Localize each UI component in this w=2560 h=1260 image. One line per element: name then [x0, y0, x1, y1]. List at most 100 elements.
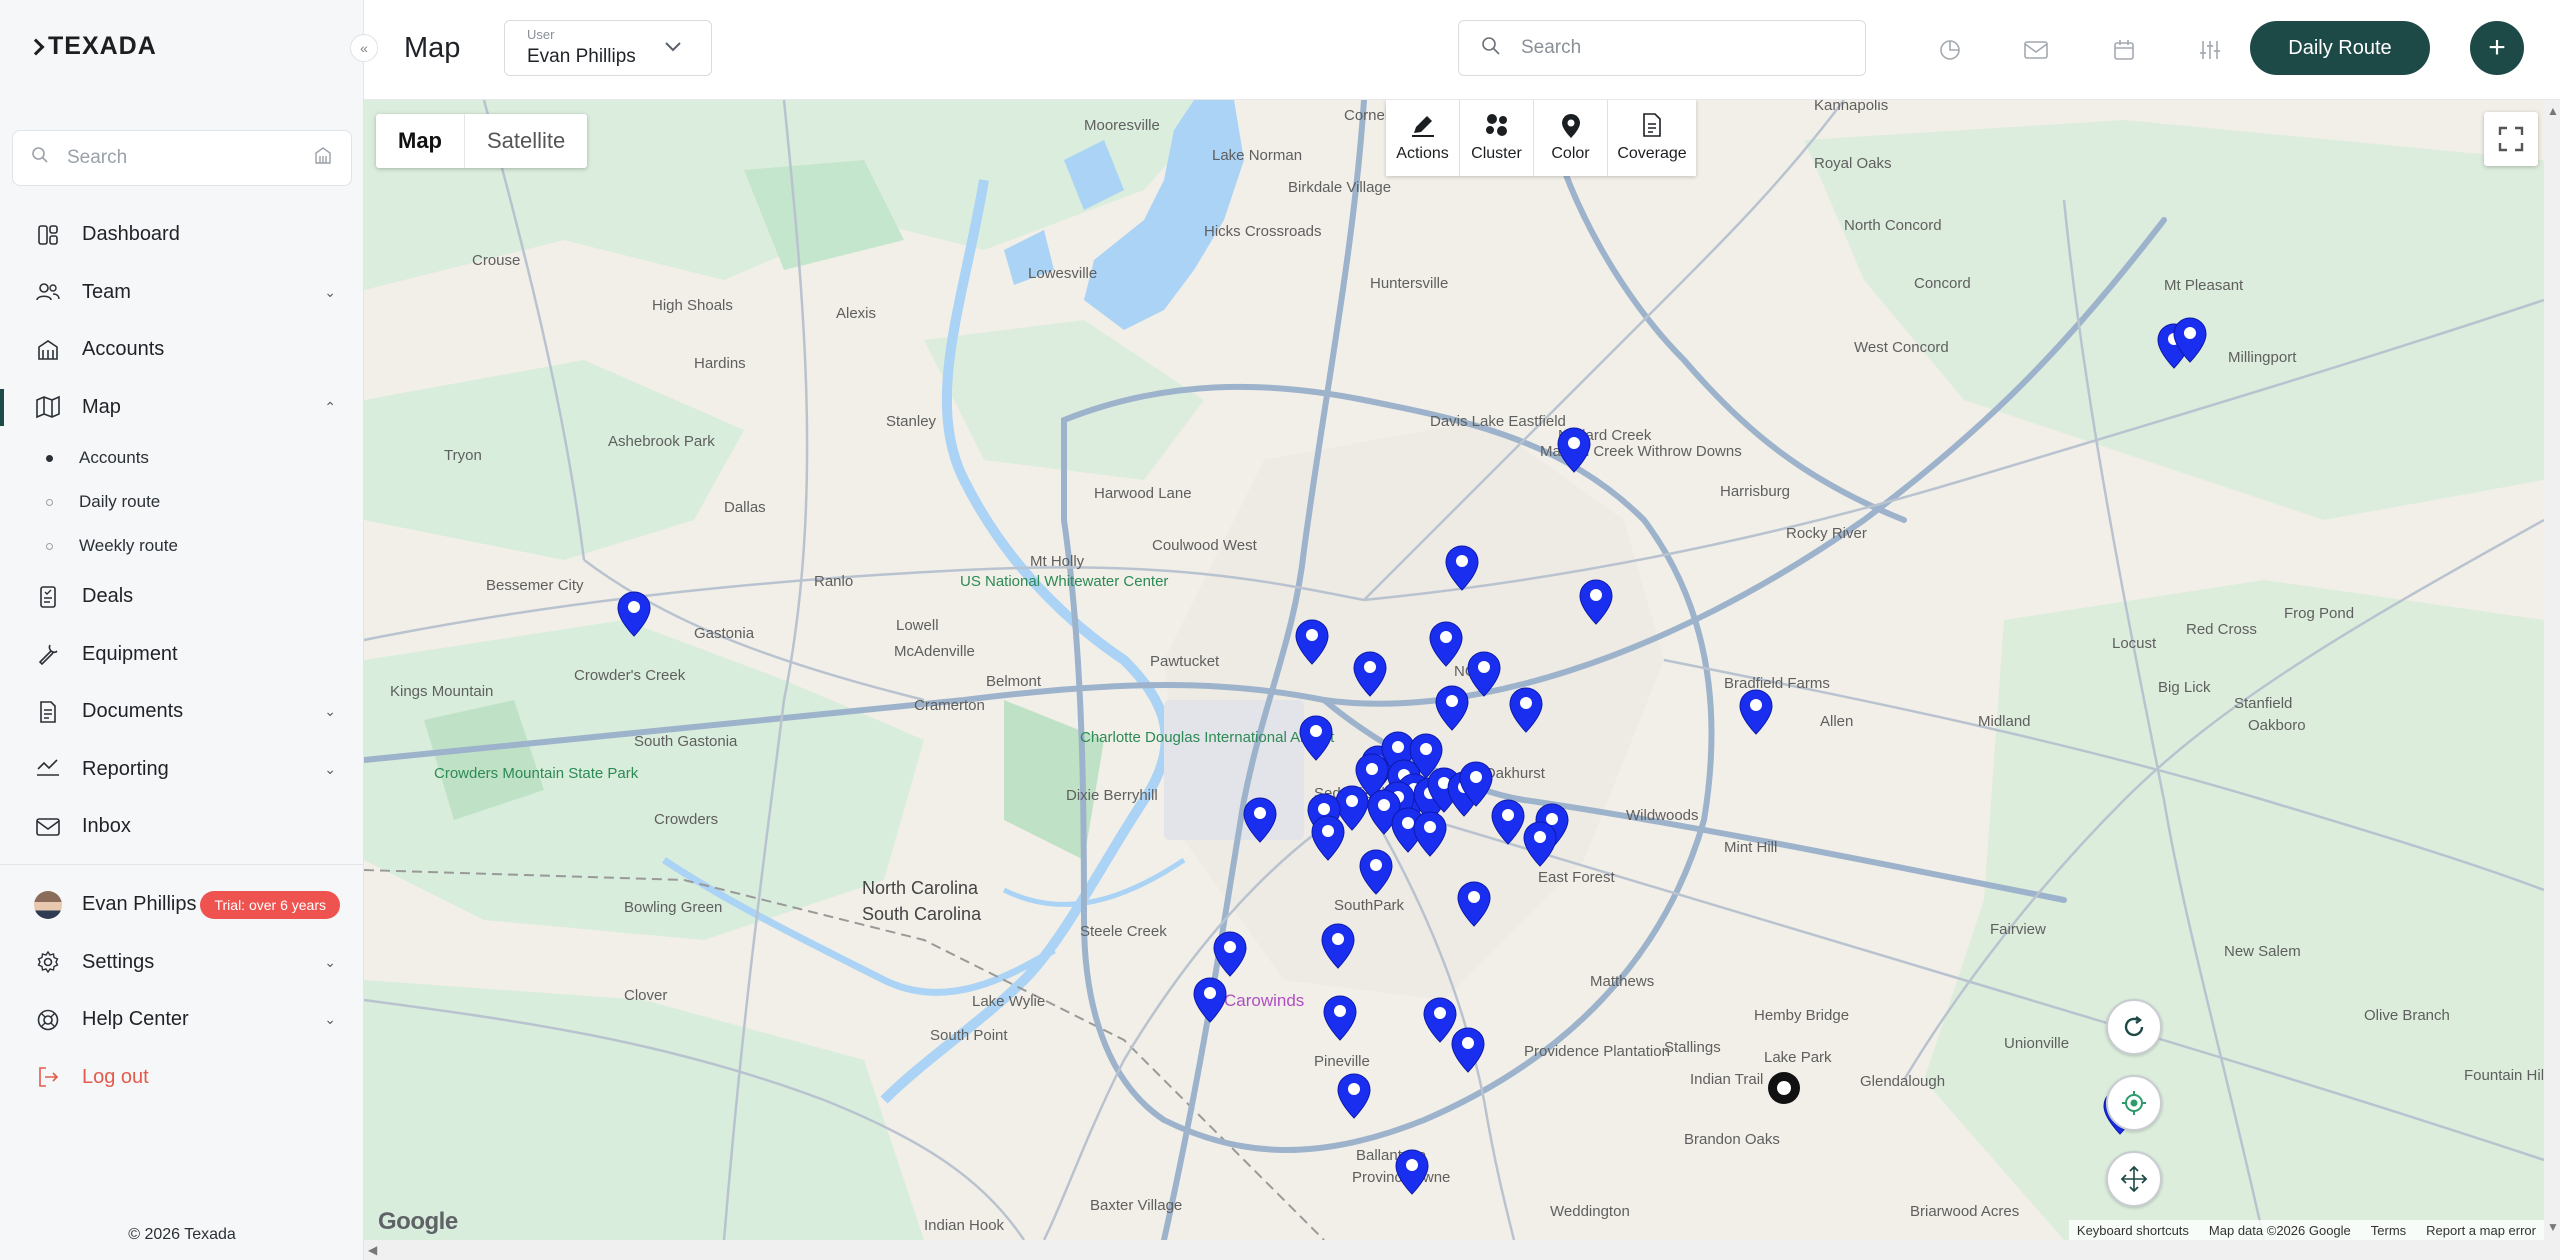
sidebar-subitem-label: Weekly route [79, 536, 178, 555]
account-pin[interactable] [1579, 579, 1613, 625]
account-pin[interactable] [1243, 797, 1277, 843]
sidebar-item-inbox[interactable]: Inbox [0, 798, 364, 856]
dot-icon [46, 498, 53, 506]
copyright-text: © 2026 Texada [128, 1226, 236, 1243]
sidebar-item-dashboard[interactable]: Dashboard [0, 206, 364, 264]
account-pin[interactable] [1457, 881, 1491, 927]
sidebar-item-help-center[interactable]: Help Center ⌄ [0, 991, 364, 1049]
account-pin[interactable] [1321, 923, 1355, 969]
mail-icon[interactable] [2014, 28, 2058, 72]
account-pin[interactable] [1467, 651, 1501, 697]
google-logo: Google [378, 1208, 458, 1235]
top-search-input[interactable]: Search [1458, 20, 1866, 76]
sidebar-subitem-weekly-route[interactable]: Weekly route [0, 524, 364, 568]
sidebar-item-settings[interactable]: Settings ⌄ [0, 934, 364, 992]
actions-label: Actions [1396, 145, 1449, 162]
account-pin[interactable] [1323, 995, 1357, 1041]
account-pin[interactable] [1299, 715, 1333, 761]
account-pin[interactable] [1311, 815, 1345, 861]
map-type-toggle[interactable]: Map Satellite [376, 114, 588, 168]
sidebar-item-documents[interactable]: Documents ⌄ [0, 683, 364, 741]
logout-icon [34, 1063, 62, 1091]
account-pin[interactable] [1429, 621, 1463, 667]
fullscreen-button[interactable] [2484, 112, 2538, 166]
sidebar-subitem-accounts[interactable]: Accounts [0, 436, 364, 480]
user-select[interactable]: User Evan Phillips [504, 20, 712, 76]
map-type-map-button[interactable]: Map [376, 114, 465, 168]
account-pin[interactable] [1739, 689, 1773, 735]
sidebar-item-reporting[interactable]: Reporting ⌄ [0, 741, 364, 799]
sidebar-item-team[interactable]: Team ⌄ [0, 264, 364, 322]
scroll-left-icon[interactable]: ◀ [368, 1243, 377, 1257]
account-pin[interactable] [1395, 1149, 1429, 1195]
logo-mark-icon [28, 38, 42, 56]
avatar [34, 890, 62, 919]
recenter-button[interactable] [2106, 1151, 2162, 1207]
my-location-button[interactable] [2106, 1075, 2162, 1131]
chart-pie-icon[interactable] [1928, 28, 1972, 72]
account-pin[interactable] [1435, 685, 1469, 731]
account-pin[interactable] [1193, 977, 1227, 1023]
actions-button[interactable]: Actions [1386, 100, 1460, 176]
sidebar-item-deals[interactable]: Deals [0, 568, 364, 626]
calendar-icon[interactable] [2102, 28, 2146, 72]
sidebar: TEXADA Search Dashboard Team ⌄ Accounts … [0, 0, 364, 1260]
building-icon[interactable] [313, 145, 333, 171]
map-type-satellite-button[interactable]: Satellite [465, 114, 587, 168]
color-button[interactable]: Color [1534, 100, 1608, 176]
sidebar-subitem-daily-route[interactable]: Daily route [0, 480, 364, 524]
account-pin[interactable] [1523, 821, 1557, 867]
cluster-button[interactable]: Cluster [1460, 100, 1534, 176]
sidebar-item-label: Equipment [82, 642, 178, 665]
account-pin[interactable] [1557, 427, 1591, 473]
sidebar-item-label: Accounts [82, 338, 165, 361]
horizontal-scrollbar[interactable]: ◀ [364, 1240, 2560, 1260]
sidebar-search[interactable]: Search [12, 130, 352, 186]
refresh-button[interactable] [2106, 999, 2162, 1055]
color-label: Color [1551, 145, 1590, 162]
account-pins-layer [617, 317, 2207, 1195]
account-pin[interactable] [1359, 849, 1393, 895]
map-canvas[interactable]: Kannapolis Mt Pleasant Concord Royal Oaks No… [364, 100, 2544, 1240]
report-error-link[interactable]: Report a map error [2426, 1223, 2536, 1238]
account-pin[interactable] [1337, 1073, 1371, 1119]
account-pin[interactable] [1353, 651, 1387, 697]
scroll-down-icon[interactable]: ▼ [2547, 1220, 2559, 1234]
sidebar-item-map[interactable]: Map ⌃ [0, 379, 364, 437]
account-pin[interactable] [1413, 811, 1447, 857]
terms-link[interactable]: Terms [2371, 1223, 2406, 1238]
texada-logo[interactable]: TEXADA [28, 32, 157, 61]
coverage-button[interactable]: Coverage [1608, 100, 1696, 176]
current-location-marker [1768, 1072, 1800, 1104]
account-pin[interactable] [1451, 1027, 1485, 1073]
map-icon [34, 393, 62, 421]
sidebar-item-equipment[interactable]: Equipment [0, 626, 364, 684]
daily-route-button[interactable]: Daily Route [2250, 21, 2430, 75]
account-pin[interactable] [1509, 687, 1543, 733]
sidebar-item-label: Deals [82, 585, 134, 608]
trial-badge: Trial: over 6 years [200, 890, 340, 919]
sidebar-item-label: Documents [82, 700, 184, 723]
scroll-up-icon[interactable]: ▲ [2547, 104, 2559, 118]
logout-button[interactable]: Log out [0, 1049, 364, 1107]
sliders-icon[interactable] [2188, 28, 2232, 72]
chevron-down-icon: ⌄ [324, 1011, 336, 1028]
vertical-scrollbar[interactable]: ▲ ▼ [2544, 100, 2560, 1240]
sidebar-item-label: Dashboard [82, 223, 180, 246]
sidebar-divider [0, 864, 364, 865]
account-pin[interactable] [1213, 931, 1247, 977]
profile-item[interactable]: Evan Phillips Trial: over 6 years [0, 876, 364, 934]
logout-label: Log out [82, 1065, 149, 1088]
collapse-sidebar-button[interactable]: « [350, 34, 378, 62]
keyboard-shortcuts-link[interactable]: Keyboard shortcuts [2077, 1223, 2189, 1238]
chevron-down-icon: ⌄ [324, 703, 336, 720]
sidebar-item-accounts[interactable]: Accounts [0, 321, 364, 379]
account-pin[interactable] [1295, 619, 1329, 665]
account-pin[interactable] [1445, 545, 1479, 591]
cluster-label: Cluster [1471, 145, 1522, 162]
account-pin[interactable] [617, 591, 651, 637]
add-button[interactable]: + [2470, 21, 2524, 75]
account-pin[interactable] [1491, 799, 1525, 845]
chevron-down-icon: ⌄ [324, 953, 336, 970]
account-pin[interactable] [1423, 997, 1457, 1043]
